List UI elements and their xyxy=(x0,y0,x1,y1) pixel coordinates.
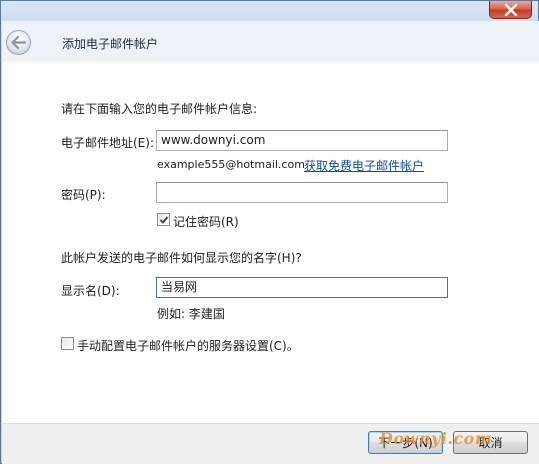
dialog-window: 添加电子邮件帐户 请在下面输入您的电子邮件帐户信息: 电子邮件地址(E): ww… xyxy=(0,0,539,464)
manual-config-label: 手动配置电子邮件帐户的服务器设置(C)。 xyxy=(77,339,299,353)
email-field[interactable]: www.downyi.com xyxy=(156,130,448,151)
dialog-content: 请在下面输入您的电子邮件帐户信息: 电子邮件地址(E): www.downyi.… xyxy=(2,62,539,423)
password-field[interactable] xyxy=(156,182,448,203)
display-name-label: 显示名(D): xyxy=(61,284,120,298)
remember-password-checkbox[interactable] xyxy=(157,213,170,226)
email-label: 电子邮件地址(E): xyxy=(61,136,154,150)
password-label: 密码(P): xyxy=(61,188,106,202)
site-watermark: Downyi.com xyxy=(379,429,493,448)
get-free-email-link[interactable]: 获取免费电子邮件帐户 xyxy=(304,157,424,174)
dialog-title: 添加电子邮件帐户 xyxy=(62,37,159,51)
manual-config-checkbox[interactable] xyxy=(61,337,74,350)
close-button[interactable] xyxy=(489,1,532,19)
dialog-header: 添加电子邮件帐户 xyxy=(2,21,539,62)
display-name-example: 例如: 李建国 xyxy=(157,307,225,321)
email-example: example555@hotmail.com xyxy=(157,158,305,171)
display-name-question: 此帐户发送的电子邮件如何显示您的名字(H)? xyxy=(61,251,302,265)
back-button[interactable] xyxy=(6,30,31,55)
intro-text: 请在下面输入您的电子邮件帐户信息: xyxy=(61,102,258,116)
close-icon xyxy=(504,3,517,16)
remember-password-label: 记住密码(R) xyxy=(173,215,239,229)
display-name-field[interactable]: 当易网 xyxy=(156,277,448,298)
checkmark-icon xyxy=(159,215,168,224)
back-arrow-icon xyxy=(11,36,26,49)
